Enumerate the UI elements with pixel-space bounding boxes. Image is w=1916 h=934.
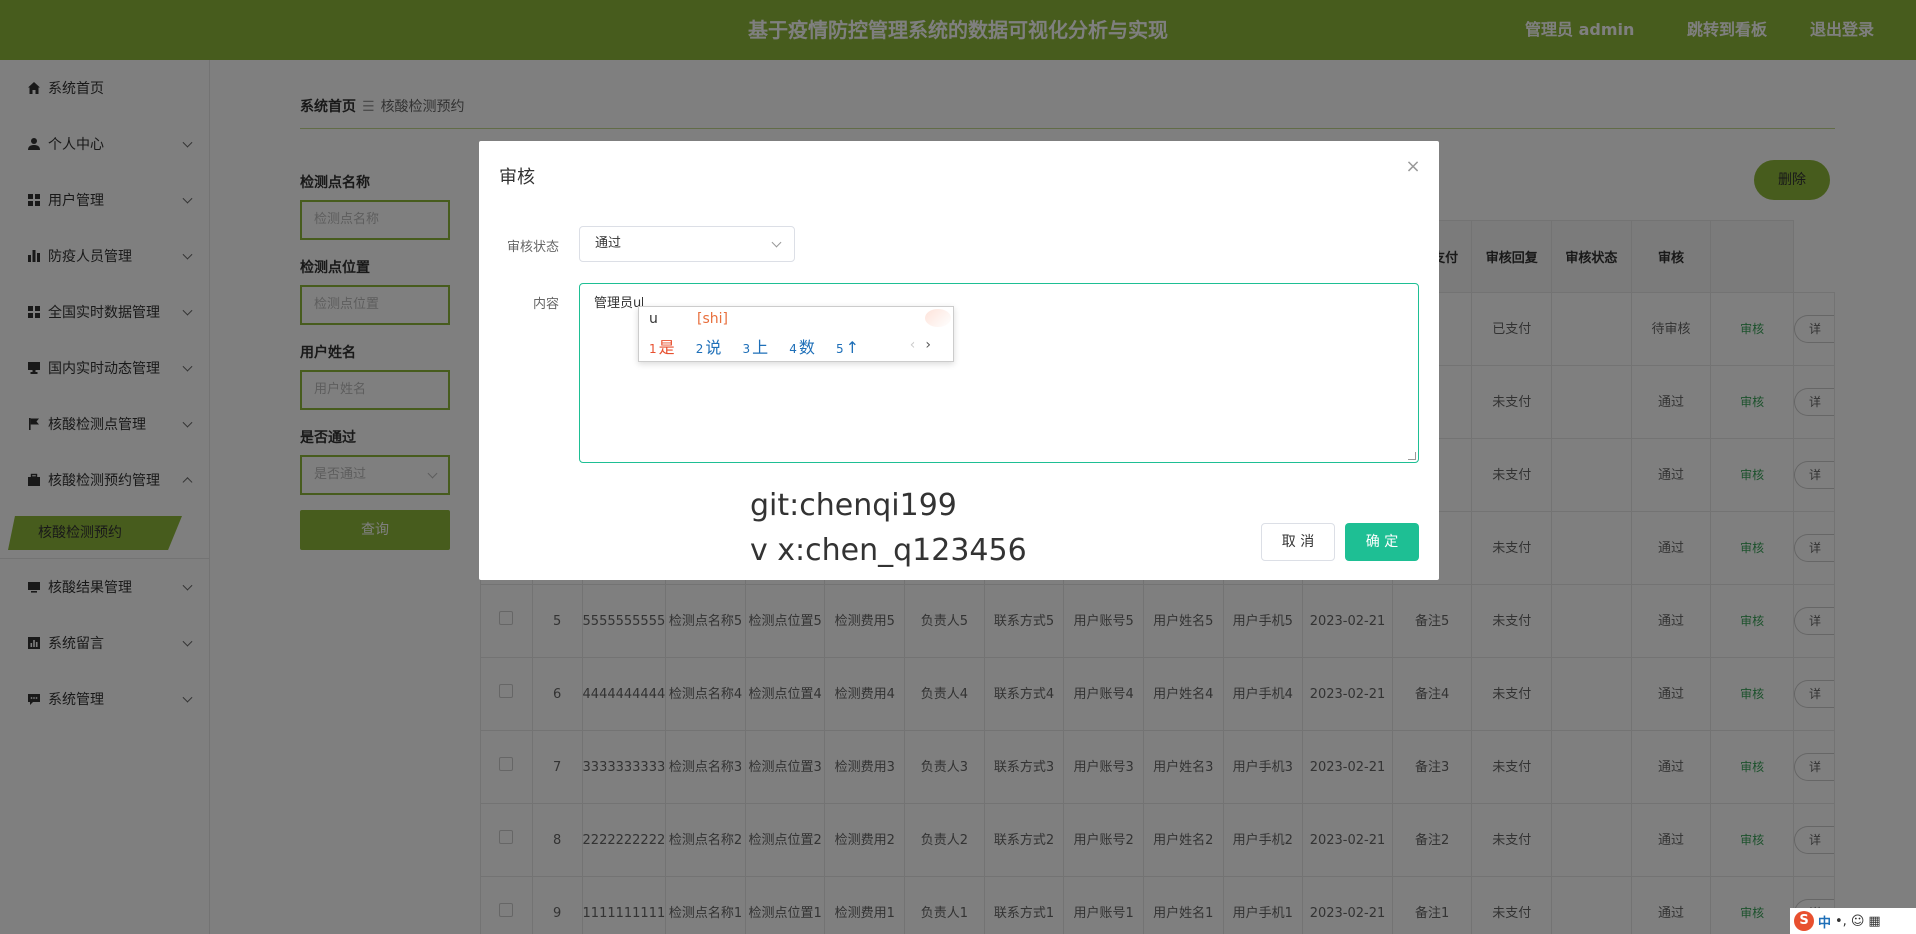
- keyboard-icon[interactable]: ▦: [1868, 914, 1880, 929]
- close-icon[interactable]: ×: [1405, 158, 1421, 176]
- punctuation-toggle[interactable]: •,: [1835, 914, 1847, 929]
- ime-status-bar: S 中 •, ☺ ▦: [1790, 908, 1916, 934]
- watermark-line-2: v x:chen_q123456: [750, 533, 1027, 568]
- watermark-line-1: git:chenqi199: [750, 488, 957, 523]
- ime-candidate[interactable]: 3上: [743, 338, 769, 357]
- ime-skin-decoration: [925, 309, 951, 327]
- ime-prev-page[interactable]: ‹: [910, 337, 916, 353]
- ime-candidate[interactable]: 1是: [649, 338, 675, 357]
- chevron-down-icon: [771, 237, 782, 248]
- audit-dialog: 审核 × 审核状态 通过 内容 管理员u u [shi] 1是 2说 3上 4数…: [479, 141, 1439, 580]
- ime-next-page[interactable]: ›: [925, 337, 931, 353]
- confirm-button[interactable]: 确 定: [1345, 523, 1419, 561]
- emoji-icon[interactable]: ☺: [1851, 914, 1865, 929]
- content-label: 内容: [532, 297, 559, 312]
- status-label: 审核状态: [506, 240, 559, 255]
- ime-candidate[interactable]: 5 ↑: [836, 338, 859, 357]
- ime-pinyin-hint: [shi]: [697, 311, 728, 327]
- status-select[interactable]: 通过: [579, 226, 795, 262]
- dialog-title: 审核: [499, 167, 535, 188]
- ime-candidate[interactable]: 2说: [696, 338, 722, 357]
- resize-handle[interactable]: [1408, 452, 1416, 460]
- content-text: 管理员u: [594, 296, 642, 311]
- cancel-button[interactable]: 取 消: [1261, 523, 1335, 561]
- ime-composition: u: [649, 311, 658, 327]
- ime-candidate[interactable]: 4数: [789, 338, 815, 357]
- ime-language-toggle[interactable]: 中: [1818, 912, 1831, 931]
- sogou-logo-icon[interactable]: S: [1794, 911, 1814, 931]
- ime-candidate-popup: u [shi] 1是 2说 3上 4数 5 ↑ ‹ ›: [638, 306, 954, 362]
- status-select-value: 通过: [595, 236, 622, 251]
- ime-page-nav: ‹ ›: [910, 337, 931, 353]
- ime-candidates: 1是 2说 3上 4数 5 ↑: [649, 334, 875, 358]
